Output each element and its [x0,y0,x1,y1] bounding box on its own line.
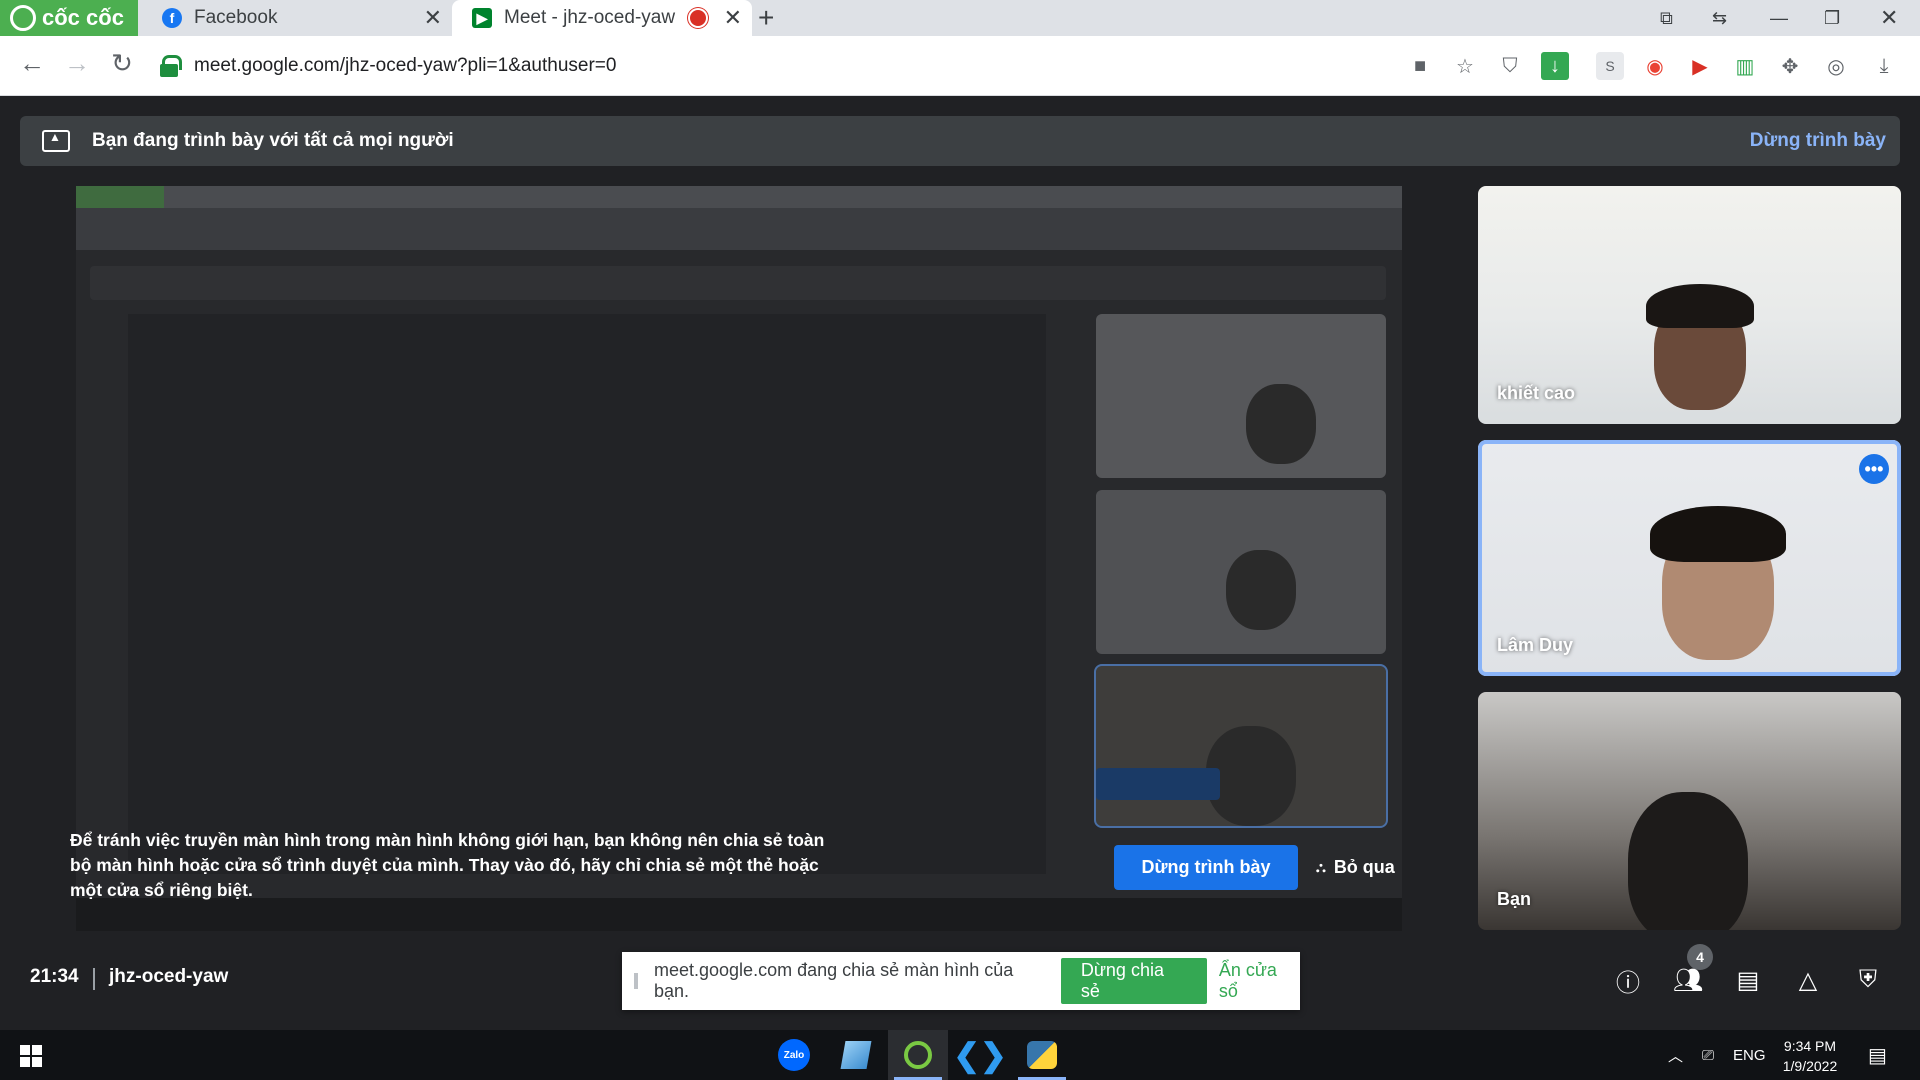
bookmark-star-icon[interactable]: ☆ [1451,52,1479,80]
mirror-browser-chrome [76,186,1402,250]
system-clock[interactable]: 9:34 PM 1/9/2022 [1772,1036,1848,1076]
tab-title: Facebook [194,7,278,28]
present-screen-icon [42,130,70,152]
participant-tile-active[interactable]: ••• Lâm Duy [1478,440,1901,676]
minimize-button[interactable]: — [1770,0,1788,36]
mirror-banner [90,266,1386,300]
stop-presenting-button[interactable]: Dừng trình bày [1114,845,1298,890]
files-icon[interactable] [826,1030,886,1080]
shared-screen-preview [76,186,1402,931]
coccoc-logo-icon [10,5,36,31]
meeting-time: 21:34 [30,966,79,987]
chrome-extension-icon[interactable]: ◉ [1641,52,1669,80]
browser-tab-strip: cốc cốc f Facebook ✕ ▶ Meet - jhz-oced-y… [0,0,1920,36]
coccoc-icon[interactable] [888,1030,948,1080]
host-controls-icon[interactable]: ⛨ [1852,964,1884,996]
mirror-button [1096,768,1220,800]
cast-icon[interactable]: ⧉ [1660,0,1673,36]
mirror-tile [1094,664,1388,828]
participant-name: khiết cao [1497,383,1576,403]
forward-button[interactable]: → [59,48,95,79]
clock-time: 9:34 PM [1783,1038,1837,1054]
mirror-tile [1096,490,1386,654]
camera-icon[interactable]: ■ [1406,52,1434,80]
hide-window-button[interactable]: Ẩn cửa sổ [1219,960,1300,1002]
presenting-text: Bạn đang trình bày với tất cả mọi người [92,130,454,151]
participant-tile-self[interactable]: Bạn [1478,692,1901,930]
participant-video [1628,792,1748,930]
chat-icon[interactable]: ▤ [1732,964,1764,996]
windows-start-icon[interactable] [20,1045,42,1067]
notifications-icon[interactable]: ▤ [1868,1030,1887,1080]
python-icon[interactable] [1012,1030,1072,1080]
meeting-code: jhz-oced-yaw [109,966,229,987]
mirror-tile [1096,314,1386,478]
clock-date: 1/9/2022 [1782,1058,1838,1074]
participant-name: Bạn [1497,889,1532,909]
tab-title: Meet - jhz-oced-yaw [504,7,676,28]
stop-sharing-button[interactable]: Dừng chia sẻ [1060,958,1207,1004]
s-extension-icon[interactable]: S [1596,52,1624,80]
more-options-icon[interactable]: ••• [1859,454,1889,484]
brand-label: cốc cốc [42,5,124,30]
url-text: meet.google.com/jhz-oced-yaw?pli=1&authu… [194,55,617,76]
divider [93,968,95,990]
activities-icon[interactable]: △ [1792,964,1824,996]
chart-extension-icon[interactable]: ▥ [1731,52,1759,80]
participant-name: Lâm Duy [1497,635,1574,655]
navigation-bar: ← → ↻ meet.google.com/jhz-oced-yaw?pli=1… [0,36,1920,96]
facebook-icon: f [162,8,182,28]
secure-lock-icon [160,55,182,77]
reload-button[interactable]: ↻ [104,48,140,79]
back-button[interactable]: ← [14,48,50,79]
meeting-info-icon[interactable]: ⓘ [1612,964,1644,997]
screen-share-notification: meet.google.com đang chia sẻ màn hình củ… [622,952,1300,1010]
shield-icon[interactable]: ⛉ [1496,52,1524,80]
stop-presenting-link[interactable]: Dừng trình bày [1750,130,1886,152]
mirror-inner-screen [128,314,1046,874]
skip-label: Bỏ qua [1333,857,1395,877]
share-notification-text: meet.google.com đang chia sẻ màn hình củ… [654,960,1014,1001]
close-tab-icon[interactable]: ✕ [724,5,742,31]
presenting-banner: Bạn đang trình bày với tất cả mọi người … [20,116,1900,166]
people-icon[interactable]: 👥︎ [1672,964,1704,996]
infinite-mirror-warning: Để tránh việc truyền màn hình trong màn … [70,830,825,900]
download-extension-icon[interactable]: ↓ [1541,52,1569,80]
video-extension-icon[interactable]: ▶ [1686,52,1714,80]
zalo-icon[interactable]: Zalo [764,1030,824,1080]
windows-taskbar: Zalo ❮❯ ︿ ⎚ ENG 9:34 PM 1/9/2022 ▤ [0,1030,1920,1080]
new-tab-button[interactable]: + [758,2,774,34]
coccoc-brand[interactable]: cốc cốc [0,0,138,36]
skip-button[interactable]: ⛬ Bỏ qua [1316,845,1395,890]
restore-button[interactable]: ❐ [1824,0,1840,36]
profile-icon[interactable]: ◎ [1822,52,1850,80]
tab-meet[interactable]: ▶ Meet - jhz-oced-yaw ✕ [452,0,752,36]
tab-facebook[interactable]: f Facebook ✕ [142,0,452,36]
vscode-icon[interactable]: ❮❯ [950,1030,1010,1080]
tray-chevron-icon[interactable]: ︿ [1668,1030,1683,1080]
participant-tile[interactable]: khiết cao [1478,186,1901,424]
sync-icon[interactable]: ⇆ [1712,0,1727,36]
meet-icon: ▶ [472,8,492,28]
extensions-puzzle-icon[interactable]: ✥ [1776,52,1804,80]
downloads-icon[interactable]: ⤓ [1870,52,1898,80]
recording-icon [690,10,706,26]
skip-icon: ⛬ [1316,859,1326,875]
network-icon[interactable]: ⎚ [1702,1030,1714,1080]
drag-handle-icon[interactable] [634,973,638,989]
address-bar[interactable]: meet.google.com/jhz-oced-yaw?pli=1&authu… [160,44,1400,88]
close-tab-icon[interactable]: ✕ [424,5,442,31]
close-window-button[interactable]: ✕ [1880,0,1898,36]
language-indicator[interactable]: ENG [1733,1030,1766,1080]
